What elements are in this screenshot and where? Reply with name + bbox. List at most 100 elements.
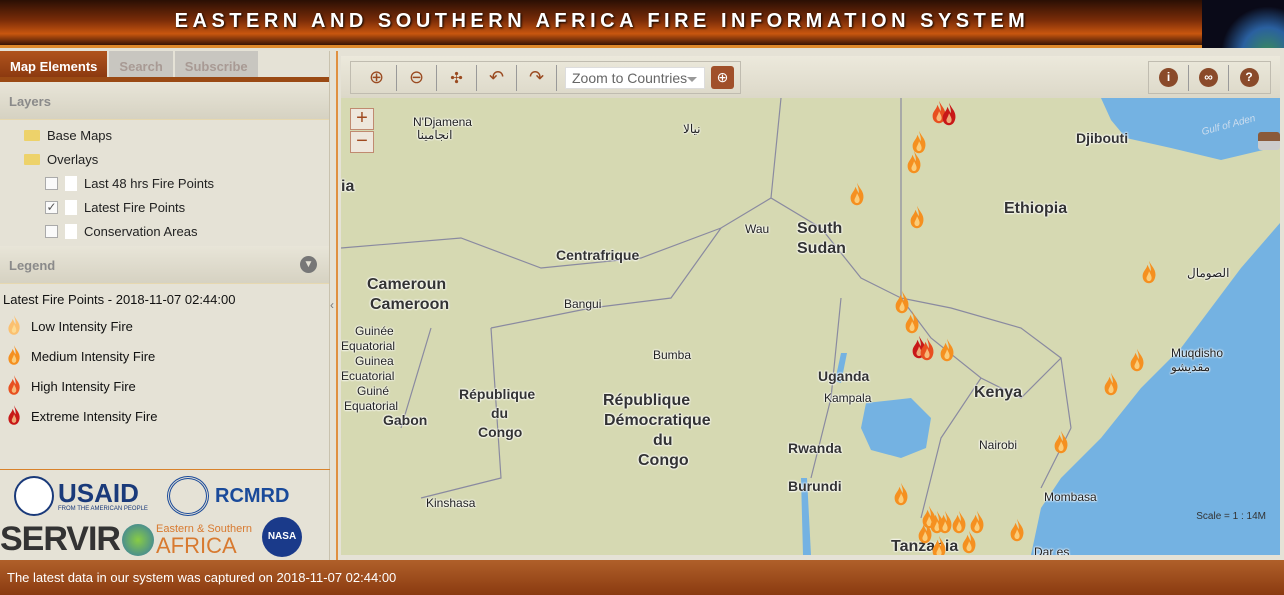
folder-label: Overlays — [47, 151, 99, 167]
map-label-kampala: Kampala — [824, 391, 872, 405]
redo-icon[interactable]: ↷ — [517, 64, 557, 91]
layer-switcher-icon[interactable] — [1258, 132, 1280, 150]
fire-point-marker[interactable] — [1103, 370, 1119, 403]
zoom-in-icon[interactable]: ⊕ — [357, 64, 397, 91]
checkbox[interactable] — [45, 176, 58, 190]
map-label-burundi: Burundi — [788, 478, 842, 494]
map-label-cameroun: Cameroun — [367, 276, 447, 293]
rcmrd-logo: RCMRD — [167, 476, 289, 516]
gulf-of-aden-water — [1101, 98, 1280, 160]
map-label-rep-du-congo-1: République — [459, 386, 536, 402]
folder-label: Base Maps — [47, 127, 113, 143]
status-bar: The latest data in our system was captur… — [0, 560, 1284, 595]
undo-icon[interactable]: ↶ — [477, 64, 517, 91]
fire-point-marker[interactable] — [1053, 428, 1069, 461]
fire-icon — [3, 403, 31, 430]
fire-point-marker[interactable] — [906, 148, 922, 181]
nasa-logo: NASA — [262, 517, 302, 557]
fire-point-marker[interactable] — [1129, 346, 1145, 379]
zoom-out-icon[interactable]: ⊖ — [397, 64, 437, 91]
map-label-nyala: نيالا — [683, 122, 701, 136]
checkbox[interactable] — [45, 224, 58, 238]
chevron-down-icon[interactable]: ▼ — [300, 256, 317, 273]
full-extent-icon[interactable]: ✣ — [437, 64, 477, 91]
info-button[interactable]: i — [1149, 64, 1189, 91]
help-icon: ? — [1239, 68, 1259, 87]
legend-title: Legend — [9, 258, 56, 273]
map-label-rwanda: Rwanda — [788, 440, 842, 456]
map-label-uganda: Uganda — [818, 368, 870, 384]
map-label-gabon: Gabon — [383, 412, 428, 428]
tab-search[interactable]: Search — [109, 51, 173, 77]
map-scale: Scale = 1 : 14M — [1196, 511, 1266, 522]
map-view[interactable]: + − N'Djamena انجامينا نيالا Djibouti Gulf o… — [341, 98, 1280, 555]
legend-label: Medium Intensity Fire — [31, 348, 156, 364]
fire-point-marker[interactable] — [849, 180, 865, 213]
map-label-centrafrique: Centrafrique — [556, 247, 640, 263]
map-label-equatorial: Equatorial — [341, 339, 396, 353]
layer-last-48hrs[interactable]: Last 48 hrs Fire Points — [0, 171, 329, 195]
legend-header[interactable]: Legend ▼ — [0, 246, 329, 284]
document-icon — [65, 175, 77, 191]
sidebar: Map Elements Search Subscribe Layers Bas… — [0, 51, 330, 560]
legend-item: Extreme Intensity Fire — [3, 401, 326, 431]
checkbox-checked[interactable]: ✓ — [45, 200, 58, 214]
layer-label: Last 48 hrs Fire Points — [84, 175, 215, 191]
map-label-ndjamena: N'Djamena — [413, 115, 472, 129]
layer-latest-fire-points[interactable]: ✓ Latest Fire Points — [0, 195, 329, 219]
tab-subscribe[interactable]: Subscribe — [174, 51, 258, 77]
map-zoom-in-button[interactable]: + — [350, 108, 374, 130]
fire-point-marker[interactable] — [909, 203, 925, 236]
fire-icon — [3, 373, 31, 400]
link-button[interactable]: ∞ — [1189, 64, 1229, 91]
nav-tool-group: ⊕ ⊖ ✣ ↶ ↷ Zoom to Countries ⊕ — [350, 61, 741, 94]
map-label-kinshasa: Kinshasa — [426, 496, 476, 510]
fire-point-marker[interactable] — [931, 533, 947, 555]
chevron-left-icon[interactable]: ‹ — [330, 298, 334, 312]
fire-point-marker[interactable] — [893, 480, 909, 513]
layer-conservation-areas[interactable]: Conservation Areas — [0, 219, 329, 243]
map-label-guinee: Guinée — [355, 324, 394, 338]
map-label-muqdisho-ar: مقديشو — [1171, 360, 1211, 374]
document-icon — [65, 199, 77, 215]
legend-label: Low Intensity Fire — [31, 318, 133, 334]
map-label-ndjamena-ar: انجامينا — [417, 128, 453, 142]
fire-point-marker[interactable] — [941, 100, 957, 133]
folder-overlays[interactable]: Overlays — [0, 147, 329, 171]
map-label-guinea: Guinea — [355, 354, 394, 368]
zoom-to-countries-select[interactable]: Zoom to Countries — [565, 66, 705, 89]
map-label-south-sudan-1: South — [797, 220, 843, 237]
map-label-rep-du-congo-3: Congo — [478, 424, 523, 440]
fire-point-marker[interactable] — [961, 528, 977, 555]
map-label-dar: Dar es — [1034, 545, 1070, 555]
document-icon — [65, 223, 77, 239]
legend-item: Medium Intensity Fire — [3, 341, 326, 371]
fire-icon — [3, 343, 31, 370]
legend-item: High Intensity Fire — [3, 371, 326, 401]
legend-subtitle: Latest Fire Points - 2018-11-07 02:44:00 — [3, 292, 236, 307]
servir-logo: SERVIR Eastern & Southern AFRICA — [0, 520, 252, 558]
usaid-logo: USAID FROM THE AMERICAN PEOPLE — [14, 476, 148, 516]
help-button[interactable]: ? — [1229, 65, 1269, 91]
folder-base-maps[interactable]: Base Maps — [0, 123, 329, 147]
legend-body: Latest Fire Points - 2018-11-07 02:44:00… — [0, 284, 329, 469]
info-icon: i — [1159, 68, 1178, 87]
satellite-globe-image — [1202, 0, 1284, 48]
map-label-djibouti: Djibouti — [1076, 130, 1129, 146]
app-title: EASTERN AND SOUTHERN AFRICA FIRE INFORMA… — [174, 10, 1030, 32]
fire-point-marker[interactable] — [919, 335, 935, 368]
layers-header[interactable]: Layers — [0, 82, 329, 120]
tab-map-elements[interactable]: Map Elements — [0, 51, 108, 77]
zoom-to-country-button[interactable]: ⊕ — [711, 66, 734, 89]
fire-point-marker[interactable] — [1141, 258, 1157, 291]
map-zoom-control: + − — [350, 108, 374, 154]
fire-point-marker[interactable] — [1009, 516, 1025, 549]
map-toolbar: ⊕ ⊖ ✣ ↶ ↷ Zoom to Countries ⊕ i ∞ ? — [341, 56, 1280, 98]
map-zoom-out-button[interactable]: − — [350, 131, 374, 153]
fire-point-marker[interactable] — [939, 336, 955, 369]
sidebar-collapse-handle[interactable]: ‹ — [330, 51, 338, 560]
legend-label: Extreme Intensity Fire — [31, 408, 158, 424]
map-label-kenya: Kenya — [974, 384, 1023, 401]
map-label-ecuatorial: Ecuatorial — [341, 369, 395, 383]
map-label-guine: Guiné — [357, 384, 390, 398]
